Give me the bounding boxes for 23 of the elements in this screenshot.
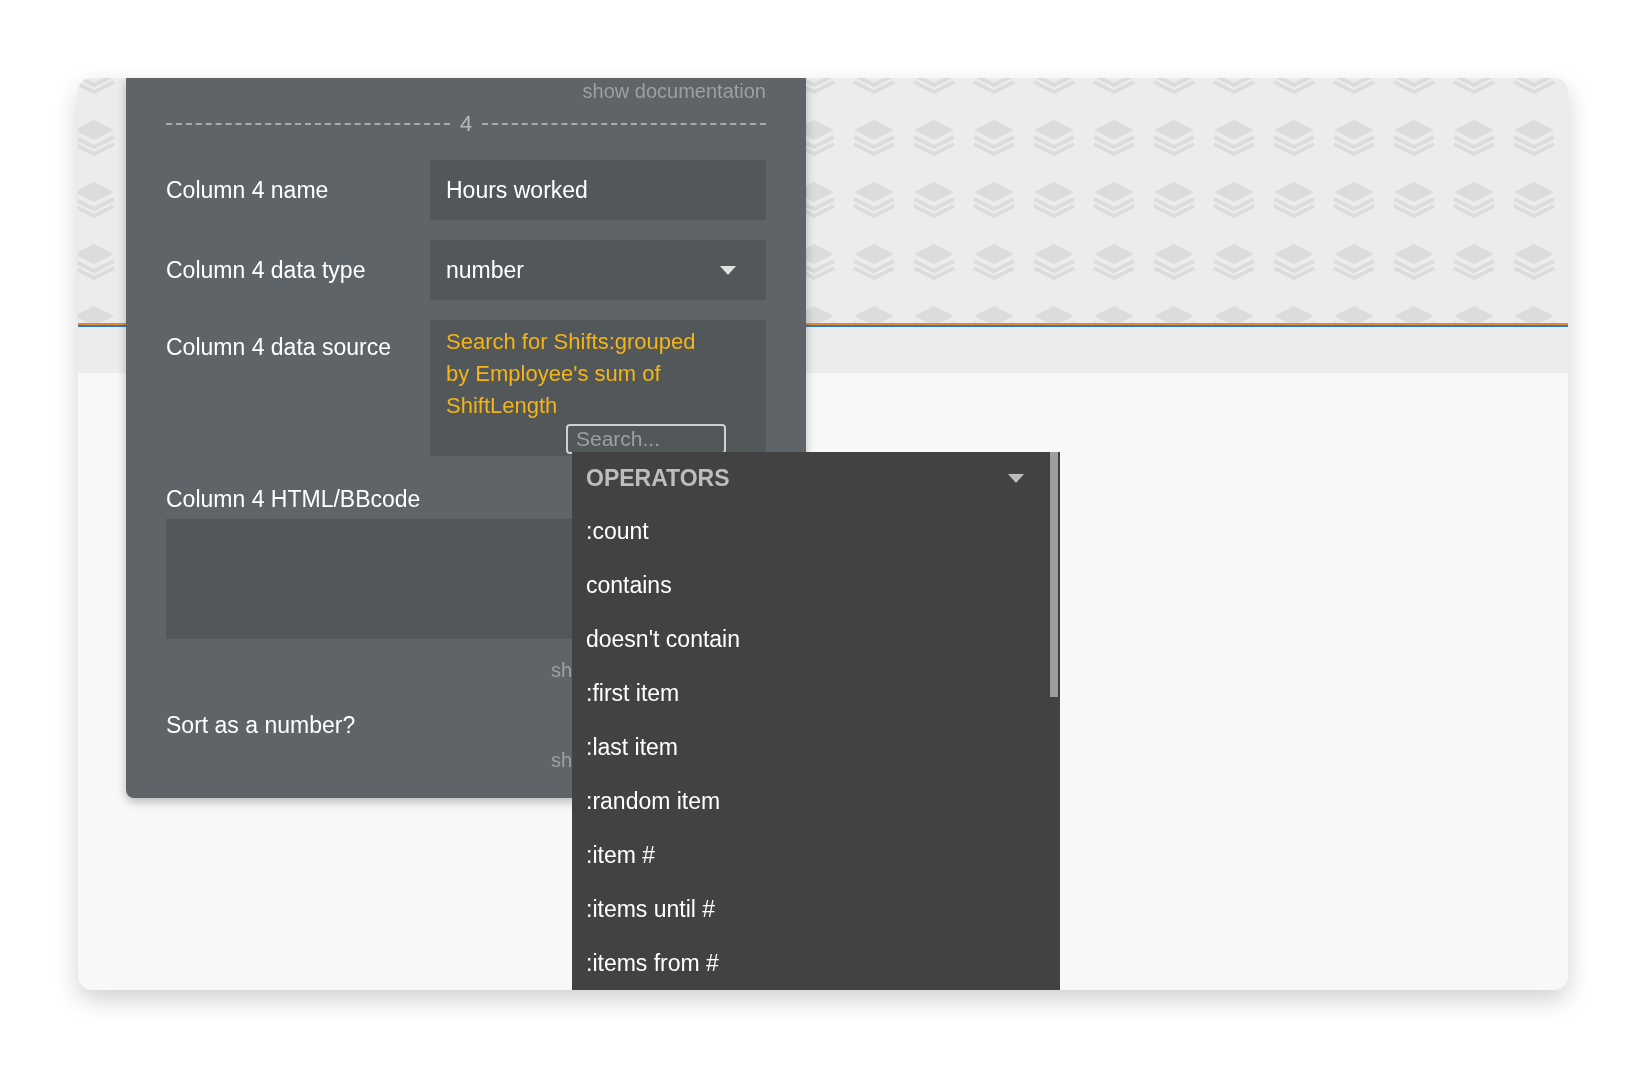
expression-field[interactable]: Search for Shifts:grouped by Employee's sum of ShiftLength Search... <box>430 320 766 456</box>
menu-item[interactable]: contains <box>572 558 1060 612</box>
search-field[interactable]: Search... <box>566 424 726 454</box>
input-field[interactable]: Hours worked <box>430 160 766 220</box>
menu-item[interactable]: :random item <box>572 774 1060 828</box>
dropdown-field[interactable]: number <box>430 240 766 300</box>
menu-item[interactable]: :first item <box>572 666 1060 720</box>
menu-item[interactable]: :count <box>572 504 1060 558</box>
caret-icon <box>720 265 736 275</box>
menu-item[interactable]: doesn't contain <box>572 612 1060 666</box>
section-number: 4 <box>459 111 473 137</box>
field-label: Column 4 data source <box>166 334 391 361</box>
field-label: Column 4 data type <box>166 256 366 284</box>
scrollbar[interactable] <box>1050 452 1058 697</box>
caret-icon <box>1008 473 1024 483</box>
field-label: Sort as a number? <box>166 712 356 739</box>
menu-item[interactable]: :item # <box>572 828 1060 882</box>
field-label: Column 4 name <box>166 176 329 204</box>
menu-item[interactable]: :items until # <box>572 882 1060 936</box>
field-label: Column 4 HTML/BBcode <box>166 486 421 513</box>
expression-text: Search for Shifts:grouped by Employee's sum of ShiftLength <box>446 328 697 420</box>
menu-item[interactable]: :last item <box>572 720 1060 774</box>
menu-item[interactable]: :items from # <box>572 936 1060 990</box>
